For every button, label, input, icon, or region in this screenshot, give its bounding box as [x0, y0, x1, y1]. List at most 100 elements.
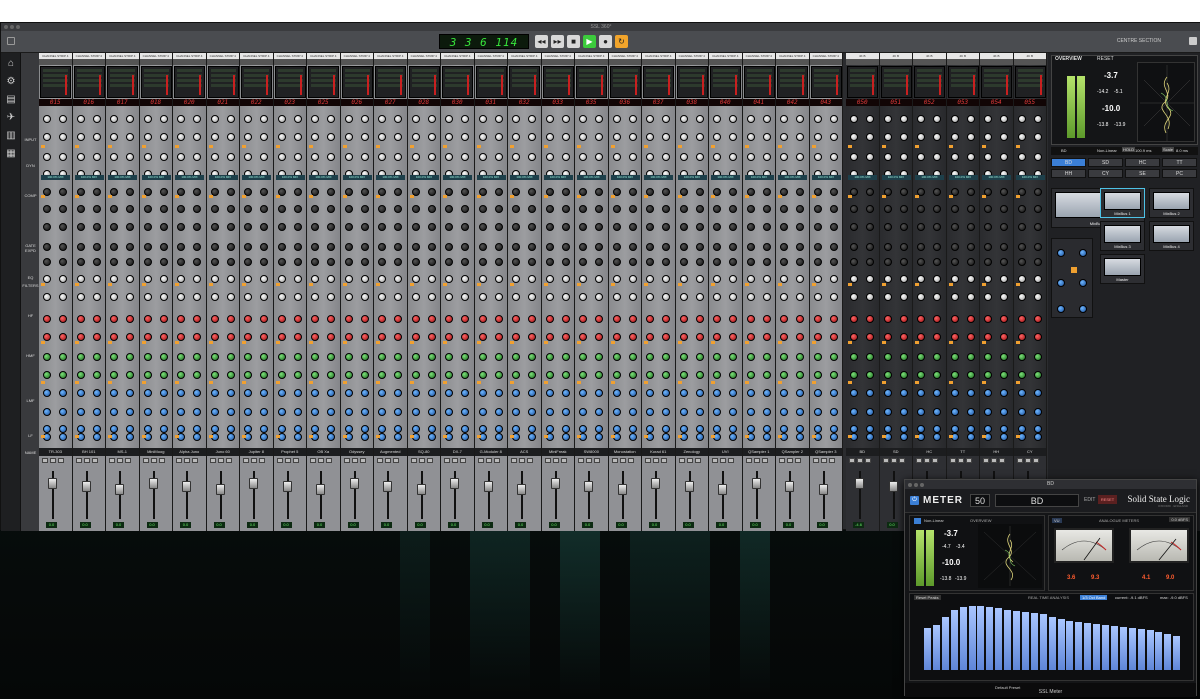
strip-knob[interactable]: [226, 223, 235, 231]
strip-knob[interactable]: [1000, 258, 1008, 266]
strip-knob[interactable]: [528, 433, 536, 441]
strip-knob[interactable]: [110, 425, 118, 433]
strip-knob[interactable]: [984, 223, 992, 231]
select-button[interactable]: [493, 458, 500, 463]
select-button[interactable]: [460, 458, 466, 463]
section-in-button[interactable]: [141, 195, 146, 198]
strip-knob[interactable]: [662, 153, 670, 161]
strip-knob[interactable]: [966, 353, 975, 361]
strip-knob[interactable]: [494, 133, 503, 141]
strip-knob[interactable]: [612, 389, 621, 397]
strip-knob[interactable]: [612, 408, 621, 416]
strip-knob[interactable]: [143, 389, 152, 397]
solo-button[interactable]: [176, 458, 182, 463]
strip-knob[interactable]: [950, 371, 959, 379]
strip-knob[interactable]: [311, 133, 319, 141]
strip-knob[interactable]: [917, 353, 925, 361]
strip-knob[interactable]: [850, 258, 858, 266]
strip-knob[interactable]: [780, 275, 788, 283]
strip-knob[interactable]: [394, 258, 402, 266]
strip-knob[interactable]: [143, 223, 152, 231]
strip-knob[interactable]: [966, 371, 975, 379]
strip-knob[interactable]: [762, 408, 771, 416]
strip-knob[interactable]: [850, 205, 858, 213]
strip-knob[interactable]: [813, 389, 822, 397]
strip-knob[interactable]: [545, 371, 554, 379]
strip-knob[interactable]: [796, 353, 804, 361]
strip-knob[interactable]: [561, 353, 570, 361]
strip-name[interactable]: Alpha Juno: [173, 448, 206, 456]
channel-fader[interactable]: [550, 478, 560, 489]
strip-knob[interactable]: [561, 275, 570, 283]
strip-knob[interactable]: [813, 133, 822, 141]
strip-knob[interactable]: [293, 293, 302, 301]
section-in-button[interactable]: [811, 195, 816, 198]
strip-knob[interactable]: [193, 223, 201, 231]
strip-name[interactable]: Zenology: [675, 448, 708, 456]
strip-knob[interactable]: [662, 258, 670, 266]
strip-name[interactable]: Jupiter 8: [240, 448, 273, 456]
strip-knob[interactable]: [646, 315, 654, 323]
strip-name[interactable]: Augmented: [374, 448, 407, 456]
select-button[interactable]: [259, 458, 265, 463]
strip-knob[interactable]: [244, 258, 252, 266]
strip-knob[interactable]: [713, 223, 721, 231]
section-in-button[interactable]: [948, 145, 953, 148]
section-in-button[interactable]: [915, 435, 919, 438]
strip-knob[interactable]: [646, 353, 654, 361]
section-in-button[interactable]: [711, 195, 715, 198]
strip-knob[interactable]: [662, 243, 670, 251]
strip-name[interactable]: HH: [980, 448, 1013, 456]
solo-button[interactable]: [310, 458, 316, 463]
strip-knob[interactable]: [561, 258, 570, 266]
strip-knob[interactable]: [143, 153, 152, 161]
section-in-button[interactable]: [982, 195, 986, 198]
section-in-button[interactable]: [208, 283, 213, 286]
meter-close-icon[interactable]: [908, 483, 912, 487]
strip-insert-slot[interactable]: [307, 59, 340, 65]
strip-knob[interactable]: [92, 133, 101, 141]
strip-knob[interactable]: [612, 153, 621, 161]
strip-knob[interactable]: [917, 115, 925, 123]
mix-readout[interactable]: 100.0% MIX: [778, 175, 807, 180]
strip-knob[interactable]: [360, 353, 369, 361]
strip-knob[interactable]: [411, 133, 420, 141]
strip-knob[interactable]: [883, 333, 892, 341]
strip-knob[interactable]: [950, 315, 959, 323]
strip-insert-slot[interactable]: [139, 59, 172, 65]
strip-knob[interactable]: [545, 353, 554, 361]
channel-fader[interactable]: [48, 478, 57, 489]
plugin-slot[interactable]: [914, 66, 945, 98]
strip-knob[interactable]: [695, 371, 704, 379]
mute-button[interactable]: [924, 458, 930, 463]
strip-knob[interactable]: [762, 258, 771, 266]
strip-knob[interactable]: [512, 293, 520, 301]
solo-button[interactable]: [209, 458, 216, 463]
strip-knob[interactable]: [780, 333, 788, 341]
strip-knob[interactable]: [762, 205, 771, 213]
strip-knob[interactable]: [378, 223, 386, 231]
strip-knob[interactable]: [984, 353, 992, 361]
strip-knob[interactable]: [43, 153, 51, 161]
strip-knob[interactable]: [427, 433, 436, 441]
strip-knob[interactable]: [579, 223, 587, 231]
strip-knob[interactable]: [628, 115, 637, 123]
mute-button[interactable]: [318, 458, 324, 463]
strip-knob[interactable]: [762, 371, 771, 379]
strip-knob[interactable]: [461, 333, 469, 341]
strip-knob[interactable]: [866, 389, 874, 397]
strip-knob[interactable]: [917, 223, 925, 231]
strip-knob[interactable]: [1017, 133, 1026, 141]
plugin-slot[interactable]: [408, 66, 440, 98]
section-in-button[interactable]: [778, 145, 782, 148]
strip-knob[interactable]: [984, 205, 992, 213]
strip-knob[interactable]: [143, 205, 152, 213]
strip-knob[interactable]: [210, 115, 219, 123]
channel-fader[interactable]: [115, 484, 124, 495]
strip-knob[interactable]: [662, 371, 670, 379]
strip-knob[interactable]: [59, 353, 67, 361]
strip-knob[interactable]: [713, 408, 721, 416]
strip-knob[interactable]: [411, 258, 420, 266]
section-in-button[interactable]: [476, 195, 481, 198]
strip-knob[interactable]: [311, 389, 319, 397]
